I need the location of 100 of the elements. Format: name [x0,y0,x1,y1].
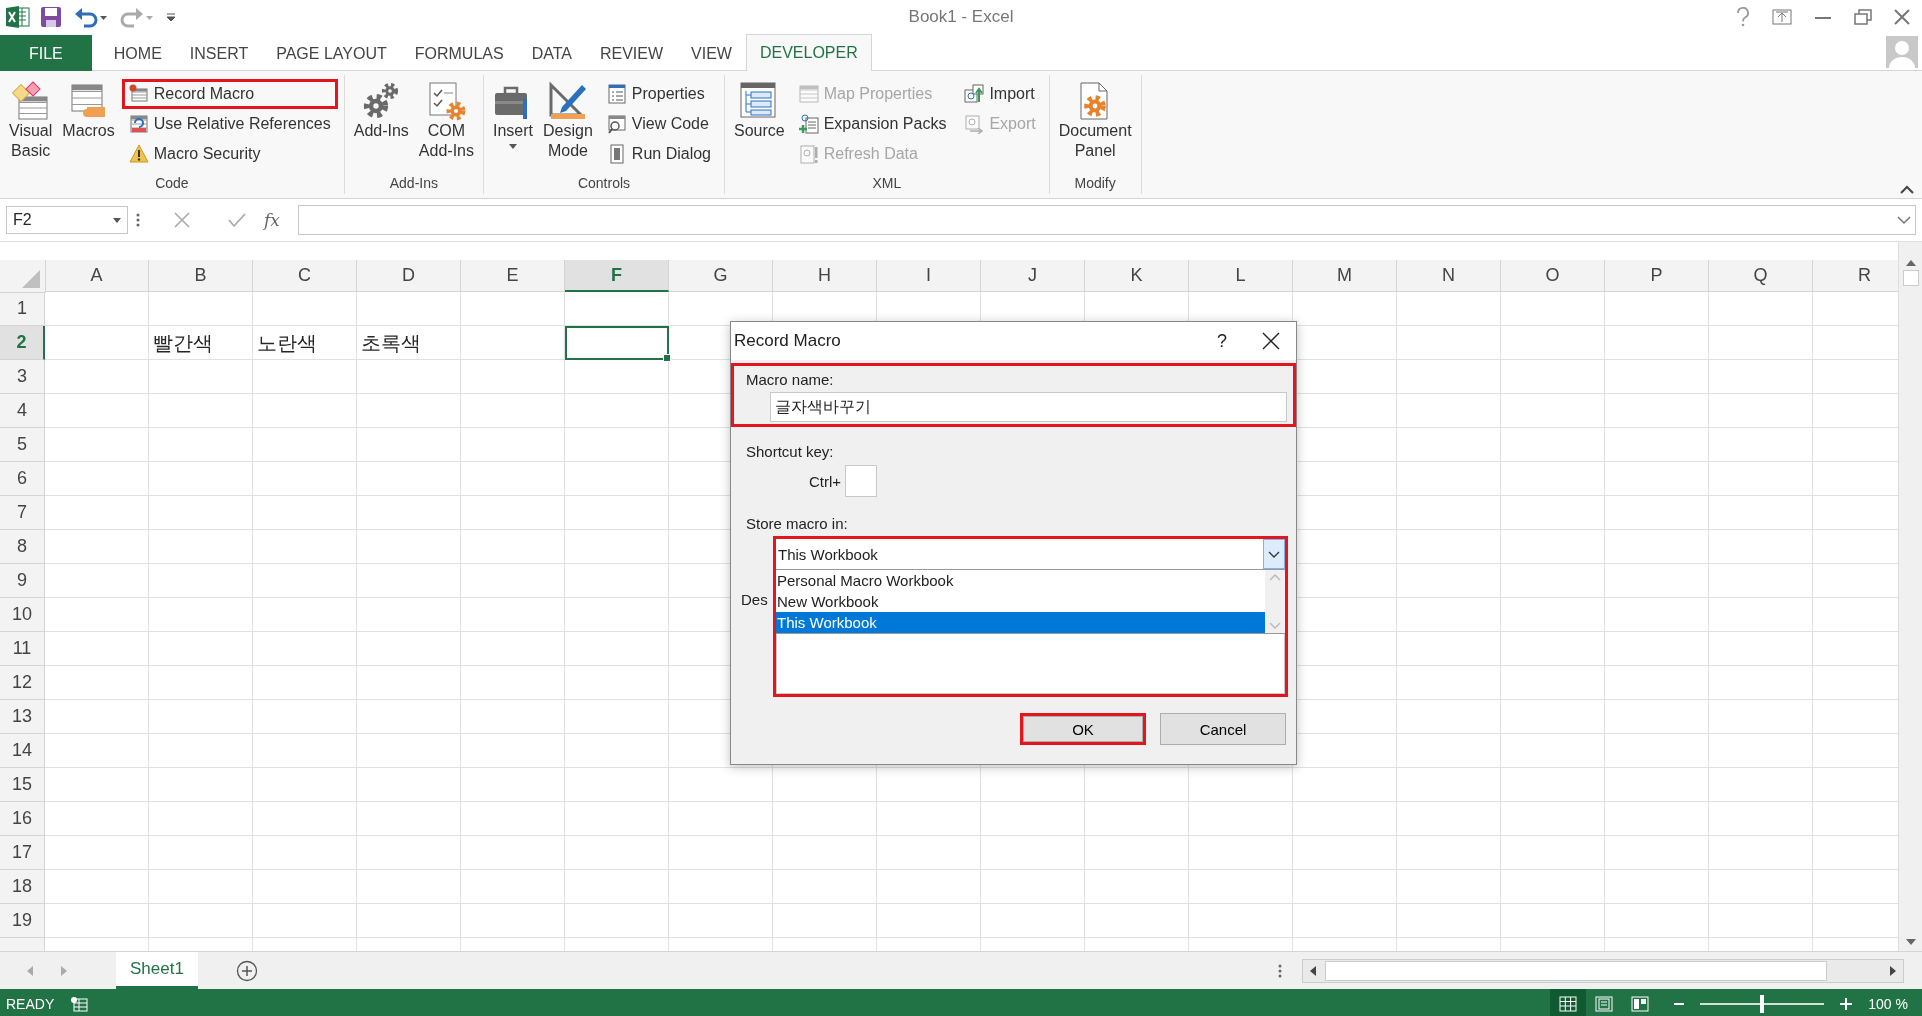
sheet-tab[interactable]: Sheet1 [116,951,198,989]
ribbon-button[interactable]: Visual Basic [6,79,56,172]
ribbon-button[interactable]: Source [731,79,788,172]
ribbon-tab[interactable]: REVIEW [585,36,678,71]
active-cell[interactable] [565,326,669,360]
column-header[interactable]: Q [1709,260,1813,292]
customize-icon[interactable] [164,10,178,24]
ribbon-tab[interactable]: INSERT [175,36,263,71]
column-header[interactable]: P [1605,260,1709,292]
column-header[interactable]: M [1293,260,1397,292]
restore-icon[interactable] [1854,9,1872,25]
column-header[interactable]: B [149,260,253,292]
dropdown-option[interactable]: New Workbook [776,591,1265,612]
column-header[interactable]: D [357,260,461,292]
column-header[interactable]: H [773,260,877,292]
scroll-down-icon[interactable] [1905,939,1916,945]
horizontal-scrollbar[interactable] [1302,958,1904,983]
ribbon-tab[interactable]: HOME [99,36,176,71]
help-icon[interactable] [1736,7,1750,27]
row-header[interactable]: 17 [0,836,45,870]
row-header[interactable]: 18 [0,870,45,904]
insert-function-button[interactable]: fx [254,210,290,230]
dialog-button[interactable]: Cancel [1160,713,1286,745]
column-header[interactable]: E [461,260,565,292]
column-header[interactable]: A [45,260,149,292]
row-header[interactable]: 4 [0,394,45,428]
column-header[interactable]: J [981,260,1085,292]
view-button[interactable] [1550,989,1587,1016]
row-header[interactable]: 12 [0,666,45,700]
chevron-down-icon[interactable] [1268,550,1280,558]
scroll-thumb[interactable] [1325,960,1827,981]
ribbon-tab[interactable]: VIEW [677,36,746,71]
ribbon-tab[interactable]: DEVELOPER [745,34,872,71]
column-header[interactable]: G [669,260,773,292]
row-header[interactable]: 14 [0,734,45,768]
ribbon-button[interactable]: Design Mode [540,79,596,172]
name-box[interactable]: F2 [6,206,128,234]
column-header[interactable]: O [1501,260,1605,292]
fill-handle[interactable] [663,354,671,362]
save-icon[interactable] [38,4,64,30]
row-header[interactable]: 15 [0,768,45,802]
ribbon-button[interactable]: Document Panel [1055,79,1135,172]
shortcut-key-field[interactable] [845,465,878,497]
collapse-ribbon-icon[interactable] [1900,185,1914,194]
column-header[interactable]: C [253,260,357,292]
ribbon-tab[interactable]: PAGE LAYOUT [262,36,401,71]
formula-input[interactable] [297,205,1916,235]
ribbon-button[interactable]: Import [957,79,1043,109]
row-header[interactable]: 19 [0,904,45,938]
ribbon-tab[interactable]: FORMULAS [400,36,518,71]
help-button[interactable]: ? [1202,330,1242,352]
column-header[interactable]: F [565,260,669,292]
dialog-button[interactable]: OK [1020,713,1146,745]
close-icon[interactable] [1262,332,1280,350]
cancel-icon[interactable] [174,212,190,228]
macro-name-field[interactable]: 글자색바꾸기 [770,392,1287,422]
ribbon-button[interactable]: Use Relative References [121,109,338,139]
ribbon-button[interactable]: View Code [599,109,718,139]
row-header[interactable]: 13 [0,700,45,734]
ribbon-button[interactable]: Add-Ins [350,79,412,172]
zoom-level[interactable]: 100 % [1868,995,1922,1012]
scroll-up-icon[interactable] [1905,260,1916,266]
more-icon[interactable] [1278,963,1282,978]
zoom-in-icon[interactable] [1840,997,1853,1010]
row-header[interactable]: 2 [0,326,45,360]
ribbon-button[interactable]: Record Macro [121,79,338,109]
ribbon-button[interactable]: Macro Security [121,139,338,169]
column-header[interactable]: N [1397,260,1501,292]
macro-record-icon[interactable] [70,995,89,1012]
ribbon-button[interactable]: Run Dialog [599,139,718,169]
ribbon-button[interactable]: Insert [490,79,536,172]
row-header[interactable]: 11 [0,632,45,666]
row-header[interactable]: 3 [0,360,45,394]
expand-icon[interactable] [1897,215,1911,225]
ribbon-button[interactable]: Expansion Packs [791,109,954,139]
ribbon-button[interactable]: COM Add-Ins [415,79,477,172]
column-header[interactable]: R [1813,260,1898,292]
row-header[interactable]: 16 [0,802,45,836]
column-header[interactable]: L [1189,260,1293,292]
row-header[interactable]: 8 [0,530,45,564]
row-header[interactable]: 5 [0,428,45,462]
new-sheet-icon[interactable] [235,959,258,982]
column-header[interactable]: K [1085,260,1189,292]
store-dropdown[interactable]: This Workbook [776,539,1285,570]
ribbon-options-icon[interactable] [1772,9,1792,25]
column-header[interactable]: I [877,260,981,292]
vertical-scrollbar[interactable] [1898,242,1922,951]
row-header[interactable]: 6 [0,462,45,496]
ribbon-button[interactable]: Macros [59,79,118,172]
dropdown-option[interactable]: This Workbook [776,612,1265,633]
row-header[interactable]: 1 [0,292,45,326]
ribbon-tab[interactable]: FILE [0,35,92,71]
ribbon-tab[interactable]: DATA [517,36,586,71]
row-header[interactable]: 9 [0,564,45,598]
ribbon-button[interactable]: Properties [599,79,718,109]
dropdown-option[interactable]: Personal Macro Workbook [776,570,1265,591]
more-icon[interactable] [136,213,140,227]
check-icon[interactable] [228,212,246,228]
row-header[interactable]: 7 [0,496,45,530]
zoom-thumb[interactable] [1760,994,1765,1013]
